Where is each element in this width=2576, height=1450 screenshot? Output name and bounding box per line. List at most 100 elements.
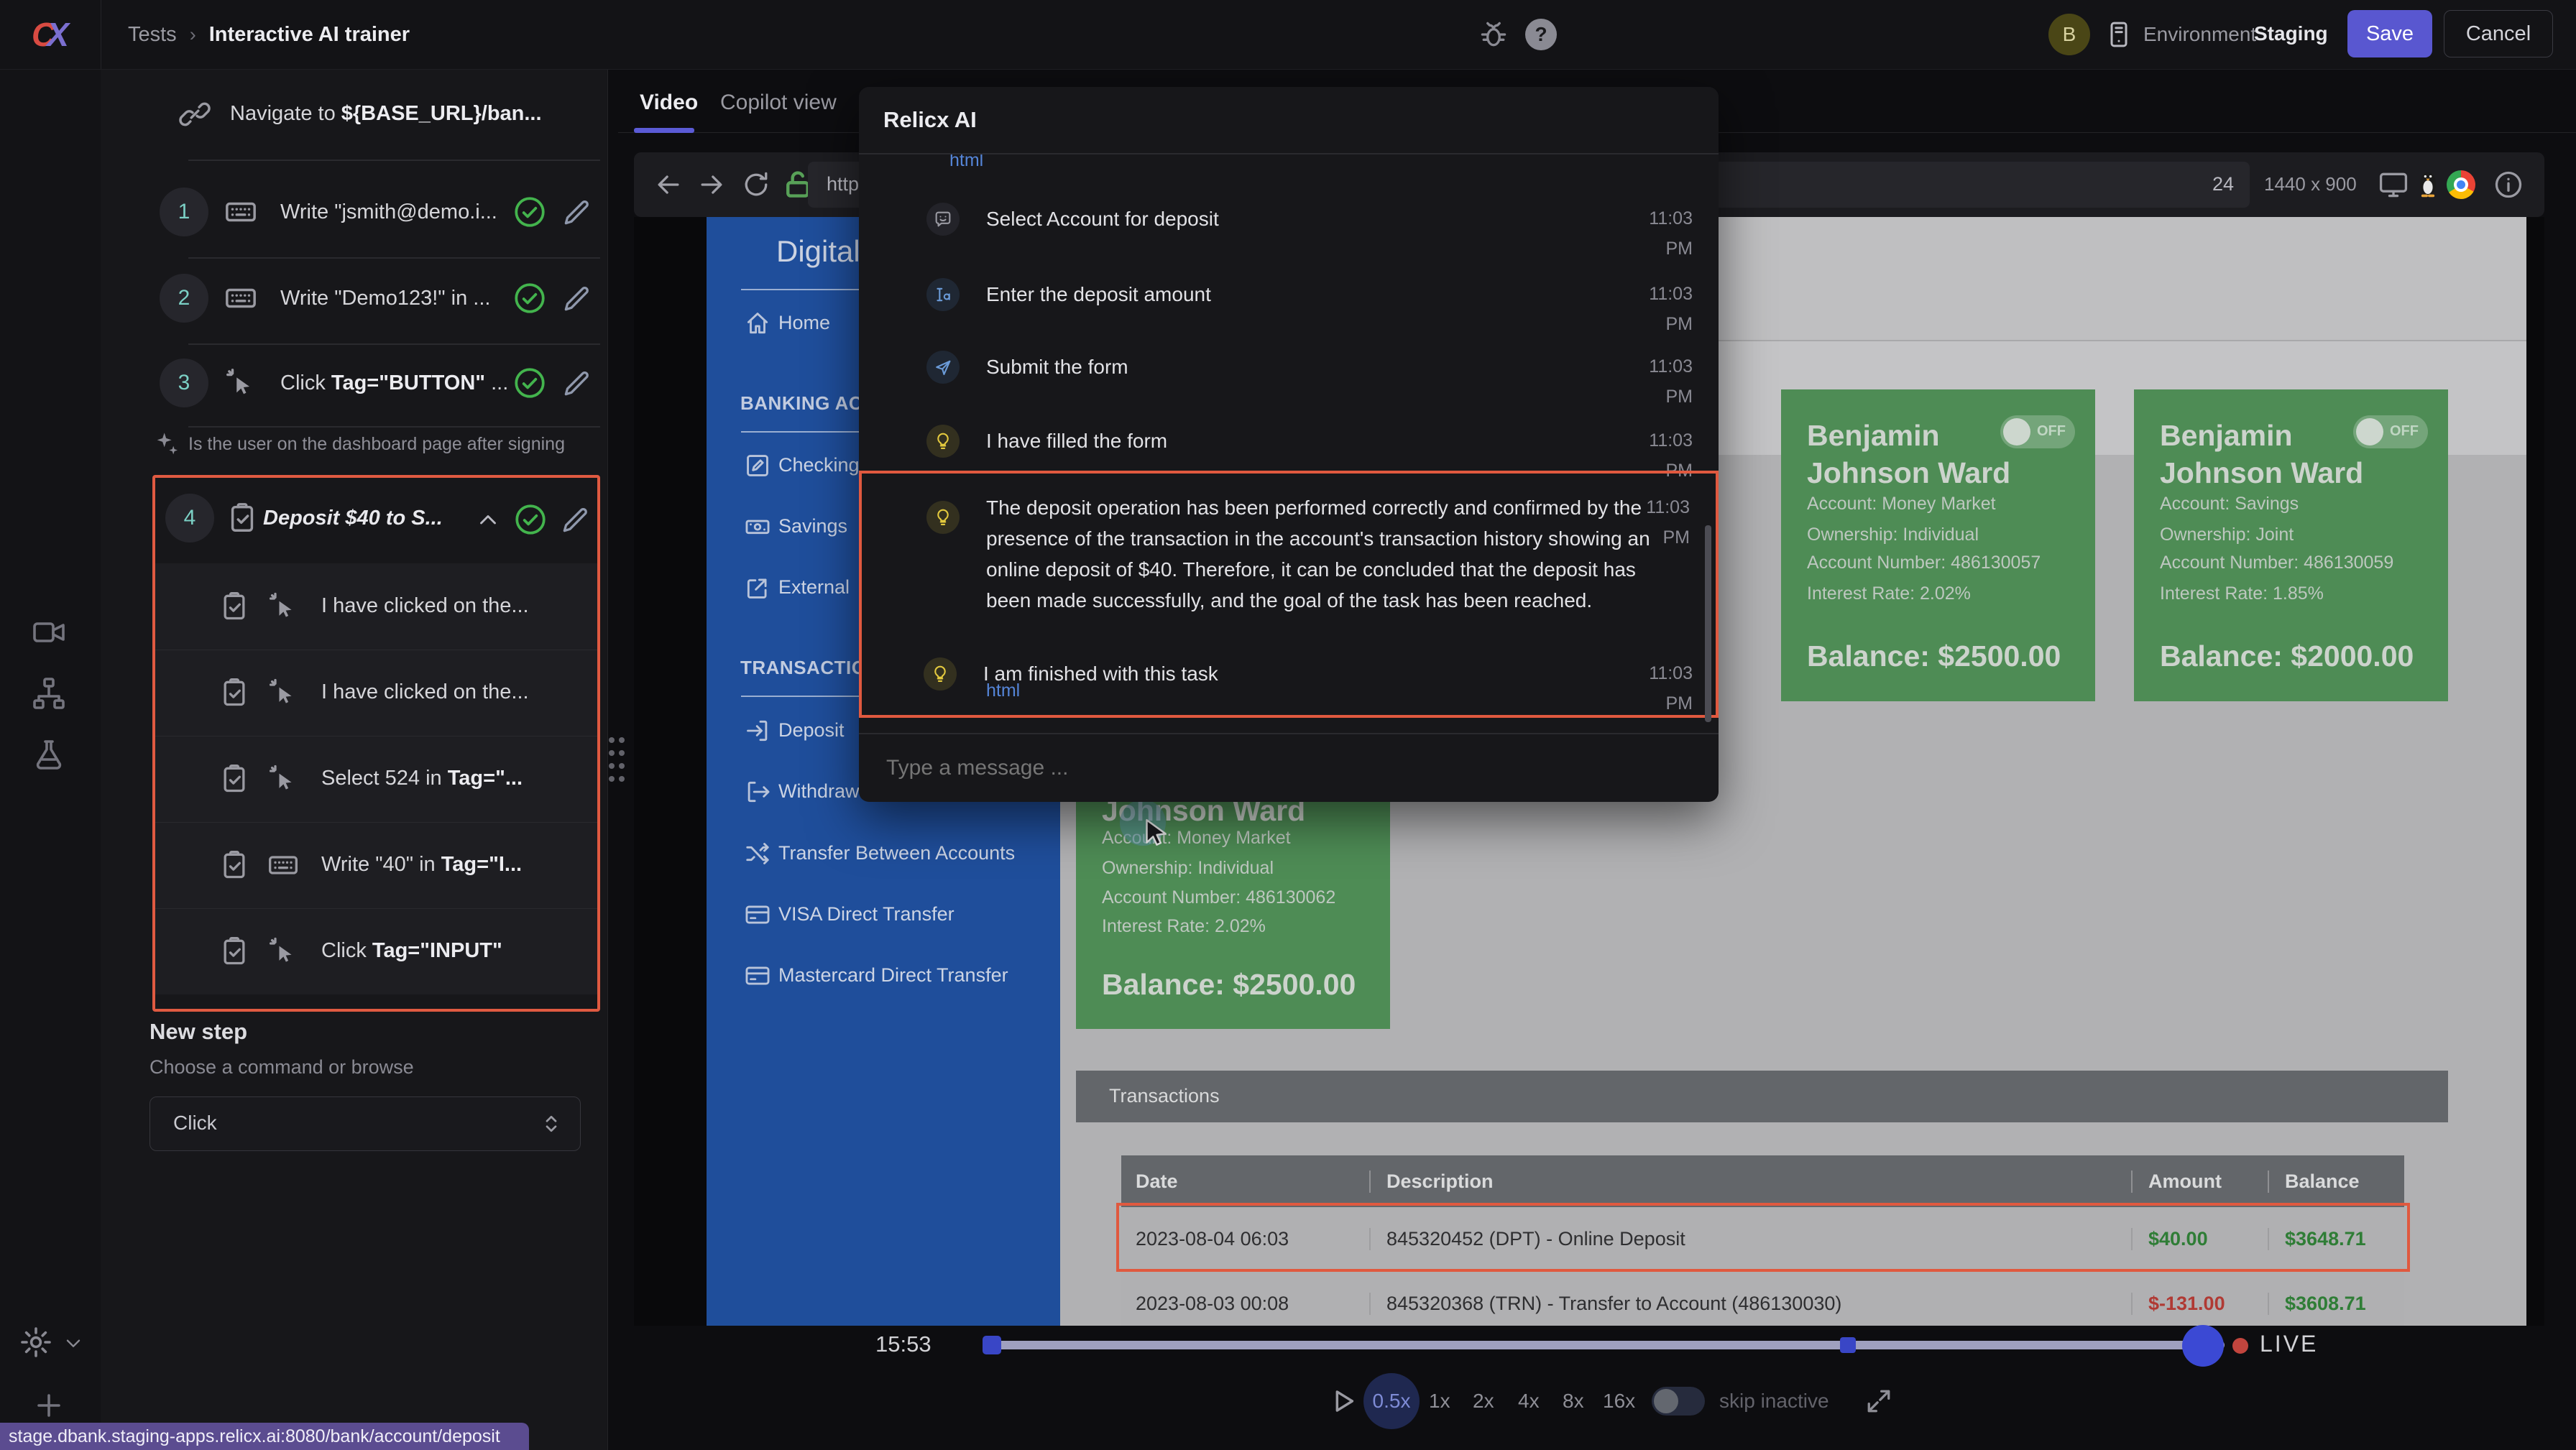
transactions-table: Date Description Amount Balance 2023-08-… (1121, 1155, 2404, 1326)
substep-row[interactable]: I have clicked on the... (155, 650, 597, 736)
assertion-label: Is the user on the dashboard page after … (188, 434, 565, 455)
chat-msg-meridiem: PM (1666, 693, 1693, 714)
substep-row[interactable]: I have clicked on the... (155, 563, 597, 650)
bank-nav-mastercard[interactable]: Mastercard Direct Transfer (778, 964, 1008, 987)
cell-date: 2023-08-03 00:08 (1121, 1293, 1369, 1315)
bank-nav-transfer[interactable]: Transfer Between Accounts (778, 842, 1015, 864)
forward-icon[interactable] (696, 169, 727, 200)
bank-nav-external[interactable]: External (778, 576, 850, 599)
edit-step-icon[interactable] (559, 504, 591, 536)
text-input-icon (926, 278, 960, 311)
tab-copilot[interactable]: Copilot view (720, 91, 837, 115)
keyboard-icon (267, 849, 299, 881)
bank-nav-visa[interactable]: VISA Direct Transfer (778, 903, 954, 925)
speed-1x[interactable]: 1x (1429, 1390, 1450, 1413)
settings-gear-icon[interactable] (19, 1325, 53, 1359)
bank-nav-deposit[interactable]: Deposit (778, 719, 845, 742)
timeline-playhead[interactable] (2182, 1325, 2224, 1367)
col-balance[interactable]: Balance (2268, 1170, 2404, 1193)
user-avatar-badge[interactable]: B (2048, 14, 2090, 55)
save-button[interactable]: Save (2347, 10, 2432, 57)
player-bar: 15:53 LIVE 0.5x 1x 2x 4x 8x 16x skip ina… (618, 1326, 2576, 1450)
panel-drag-handle[interactable] (609, 734, 626, 788)
timeline-marker-start[interactable] (983, 1336, 1001, 1354)
refresh-icon[interactable] (740, 169, 772, 200)
chat-msg-text: I am finished with this task (983, 662, 1218, 685)
navigate-label: Navigate to (230, 102, 341, 125)
collapse-chevron-icon[interactable] (474, 507, 502, 534)
keyboard-icon (224, 282, 257, 315)
substep-row[interactable]: Click Tag="INPUT" (155, 908, 597, 994)
assertion-row[interactable]: Is the user on the dashboard page after … (101, 426, 607, 466)
left-rail (0, 69, 101, 1450)
speed-0-5x[interactable]: 0.5x (1363, 1373, 1420, 1429)
table-row[interactable]: 2023-08-04 06:03 845320452 (DPT) - Onlin… (1121, 1207, 2404, 1272)
col-description[interactable]: Description (1369, 1170, 2131, 1193)
recordings-icon[interactable] (32, 615, 66, 650)
link-icon (178, 98, 211, 131)
fullscreen-icon[interactable] (1863, 1385, 1895, 1417)
bank-nav-home[interactable]: Home (778, 312, 830, 334)
debug-icon[interactable] (1478, 19, 1509, 50)
step-label: Write "jsmith@demo.i... (280, 200, 497, 224)
command-select[interactable]: Click (150, 1096, 581, 1151)
chat-message: Submit the form 11:03PM (859, 335, 1719, 407)
table-header-row: Date Description Amount Balance (1121, 1155, 2404, 1207)
speed-2x[interactable]: 2x (1473, 1390, 1494, 1413)
step-label-suffix: ... (485, 371, 508, 394)
chat-message: Enter the deposit amount 11:03PM (859, 262, 1719, 334)
speed-4x[interactable]: 4x (1518, 1390, 1540, 1413)
substep-label: Write "40" in (321, 853, 441, 876)
col-amount[interactable]: Amount (2131, 1170, 2268, 1193)
cx-logo[interactable]: CX (0, 0, 101, 69)
chat-header: Relicx AI (859, 87, 1719, 154)
step-group-4[interactable]: 4 Deposit $40 to S... I have clicked on … (152, 475, 600, 1012)
bank-nav-checking[interactable]: Checking (778, 454, 860, 476)
cancel-button[interactable]: Cancel (2444, 10, 2553, 57)
step-success-icon (512, 365, 548, 401)
chat-msg-time: 11:03 (1649, 356, 1693, 377)
edit-step-icon[interactable] (561, 197, 592, 228)
flows-icon[interactable] (32, 676, 66, 711)
col-date[interactable]: Date (1121, 1170, 1369, 1193)
card-account: Account: Savings (2160, 494, 2299, 514)
speed-8x[interactable]: 8x (1563, 1390, 1584, 1413)
tab-video[interactable]: Video (640, 91, 698, 115)
step-navigate[interactable]: Navigate to ${BASE_URL}/ban... (101, 69, 607, 160)
back-icon[interactable] (653, 169, 684, 200)
timeline-marker-mid[interactable] (1840, 1337, 1856, 1353)
bank-nav-withdraw[interactable]: Withdraw (778, 780, 860, 803)
table-row[interactable]: 2023-08-03 00:08 845320368 (TRN) - Trans… (1121, 1272, 2404, 1326)
info-icon[interactable] (2493, 169, 2524, 200)
timeline-track[interactable] (983, 1341, 2225, 1349)
environment-label: Environment (2143, 23, 2256, 46)
help-icon[interactable]: ? (1525, 19, 1557, 50)
substep-label: Select 524 in (321, 767, 448, 790)
step-row-3[interactable]: 3 Click Tag="BUTTON" ... (101, 338, 607, 426)
edit-step-icon[interactable] (561, 283, 592, 315)
step-success-icon (512, 194, 548, 230)
settings-chevron-down-icon[interactable] (62, 1331, 85, 1354)
account-card[interactable]: OFF Benjamin Johnson Ward Account: Money… (1781, 389, 2095, 701)
step-row-1[interactable]: 1 Write "jsmith@demo.i... (101, 167, 607, 257)
bank-nav-savings[interactable]: Savings (778, 515, 847, 537)
step-row-2[interactable]: 2 Write "Demo123!" in ... (101, 253, 607, 343)
substep-row[interactable]: Select 524 in Tag="... (155, 736, 597, 823)
add-icon[interactable] (32, 1388, 66, 1423)
skip-inactive-toggle[interactable] (1652, 1387, 1705, 1416)
account-card[interactable]: OFF Benjamin Johnson Ward Account: Savin… (2134, 389, 2448, 701)
breadcrumb-root[interactable]: Tests (128, 23, 177, 47)
html-peek-link[interactable]: html (949, 154, 983, 171)
card-balance: Balance: $2500.00 (1807, 639, 2061, 673)
chat-scrollbar[interactable] (1705, 525, 1711, 722)
chat-scroll-area[interactable]: html Select Account for deposit 11:03PM … (859, 154, 1719, 733)
environment-value[interactable]: Staging (2254, 22, 2328, 45)
card-number: Account Number: 486130057 (1807, 553, 2041, 573)
chat-msg-time: 11:03 (1649, 663, 1693, 683)
chat-message-input[interactable] (885, 747, 1678, 789)
experiments-icon[interactable] (32, 738, 66, 772)
play-icon[interactable] (1326, 1385, 1359, 1418)
speed-16x[interactable]: 16x (1603, 1390, 1635, 1413)
substep-row[interactable]: Write "40" in Tag="I... (155, 822, 597, 909)
edit-step-icon[interactable] (561, 368, 592, 400)
